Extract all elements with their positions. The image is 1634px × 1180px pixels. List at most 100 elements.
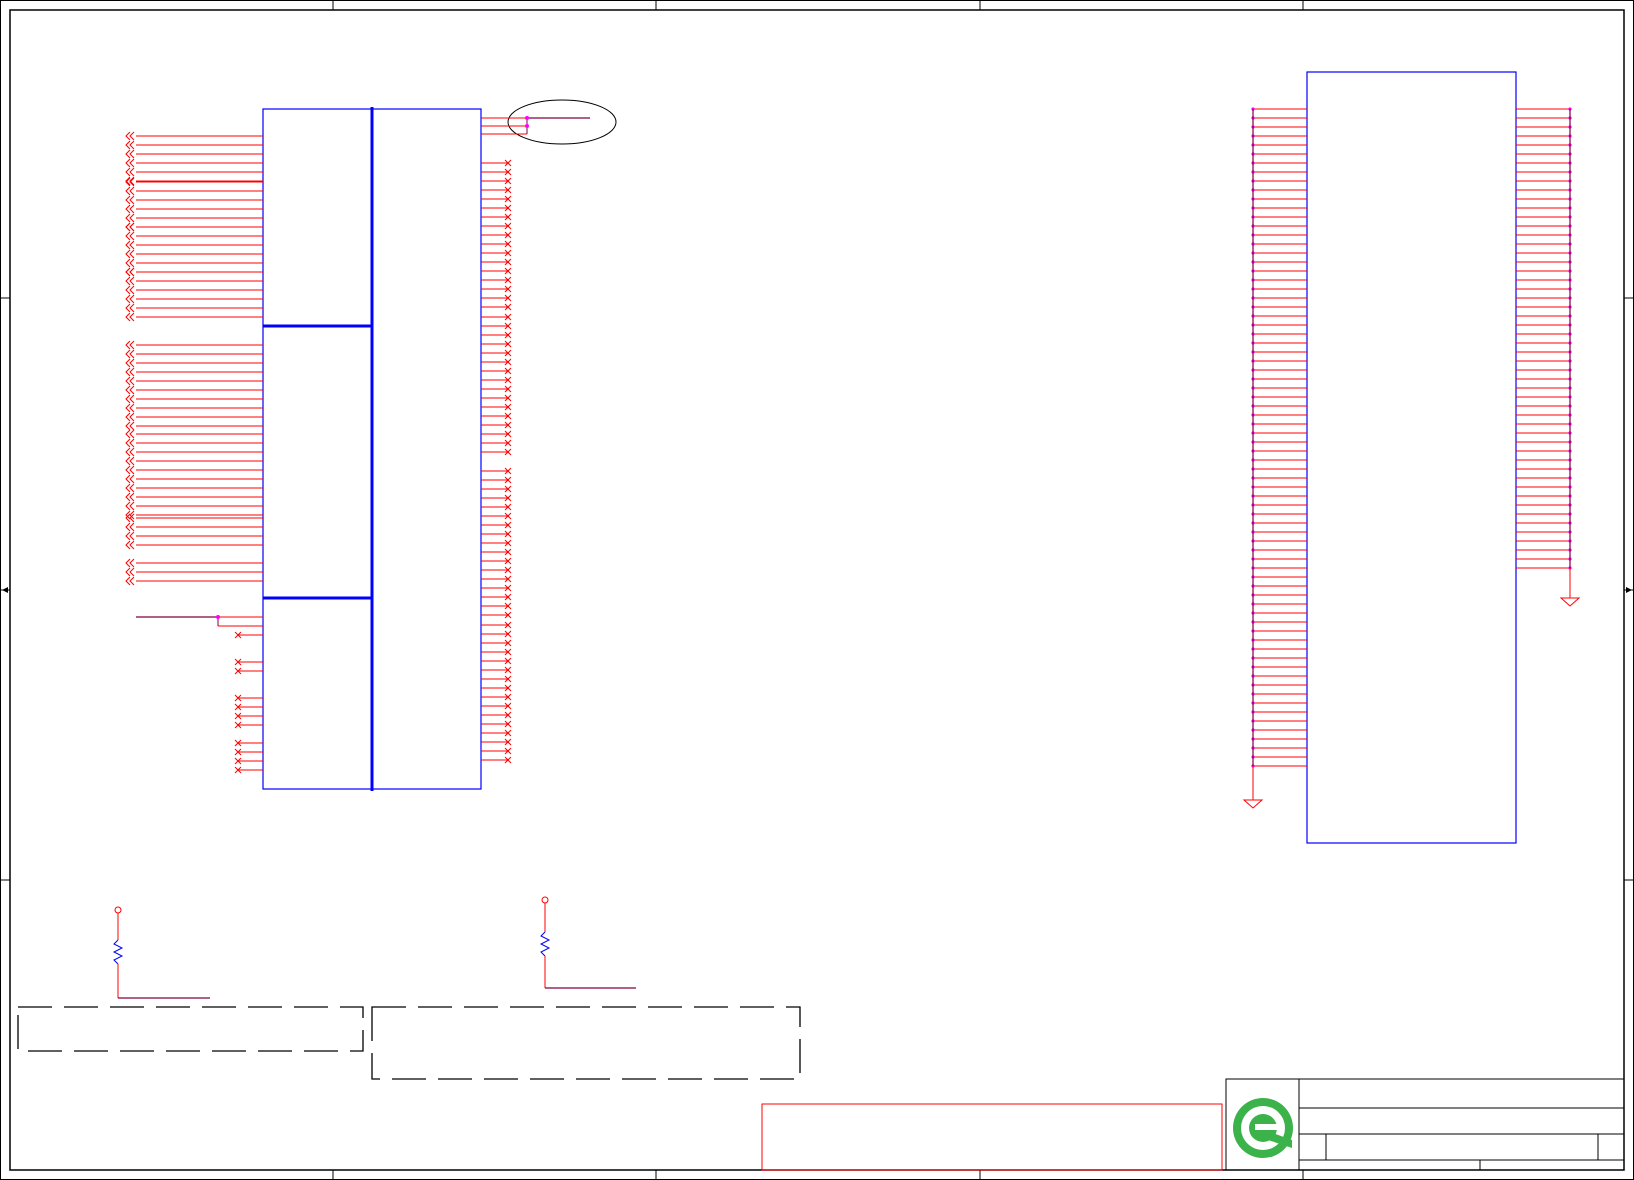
off-page-marker-icon xyxy=(129,231,135,241)
left-pin xyxy=(125,340,263,350)
off-page-marker-icon xyxy=(129,349,135,359)
off-page-marker-icon xyxy=(129,438,135,448)
off-page-marker-icon xyxy=(129,501,135,511)
left-pin xyxy=(125,421,263,431)
right-pin xyxy=(481,602,512,610)
left-pin xyxy=(125,376,263,386)
left-pin xyxy=(125,186,263,196)
left-pin xyxy=(125,276,263,286)
right-connector-symbol[interactable] xyxy=(1306,71,1517,844)
off-page-marker-icon xyxy=(129,540,135,550)
e-logo-icon xyxy=(1233,1098,1293,1158)
left-pin xyxy=(125,349,263,359)
sheet-border xyxy=(0,0,1634,1180)
resistor-icon xyxy=(112,939,124,965)
off-page-marker-icon xyxy=(129,429,135,439)
off-page-marker-icon xyxy=(129,358,135,368)
left-pin xyxy=(125,540,263,550)
nc-pin xyxy=(234,631,263,639)
resistor-icon xyxy=(539,931,551,957)
right-pin xyxy=(481,693,512,701)
off-page-marker-icon xyxy=(129,558,135,568)
off-page-marker-icon xyxy=(129,258,135,268)
left-pin xyxy=(125,249,263,259)
nc-pin xyxy=(234,712,263,720)
right-pin xyxy=(481,168,512,176)
off-page-marker-icon xyxy=(129,447,135,457)
left-pin xyxy=(125,558,263,568)
main-connector-symbol[interactable] xyxy=(262,107,482,791)
off-page-marker-icon xyxy=(129,294,135,304)
right-pin xyxy=(481,611,512,619)
off-page-marker-icon xyxy=(129,195,135,205)
title-block xyxy=(1225,1078,1625,1171)
junction-dot xyxy=(525,116,529,120)
right-pin xyxy=(481,412,512,420)
off-page-marker-icon xyxy=(129,312,135,322)
right-pin xyxy=(481,639,512,647)
right-connector-left-pins xyxy=(1242,107,1307,809)
right-pin xyxy=(481,403,512,411)
right-pin xyxy=(481,430,512,438)
left-pin xyxy=(125,140,263,150)
right-pin xyxy=(481,548,512,556)
right-pin xyxy=(481,331,512,339)
junction-dot xyxy=(216,615,220,619)
left-pin xyxy=(125,267,263,277)
right-pin xyxy=(481,666,512,674)
right-pin xyxy=(481,512,512,520)
right-pin xyxy=(481,159,512,167)
right-pin xyxy=(481,177,512,185)
right-pin xyxy=(481,421,512,429)
off-page-marker-icon xyxy=(129,456,135,466)
right-pin xyxy=(481,521,512,529)
nc-pin xyxy=(234,766,263,774)
right-pin xyxy=(481,539,512,547)
off-page-marker-icon xyxy=(129,140,135,150)
left-pin xyxy=(125,385,263,395)
off-page-marker-icon xyxy=(129,421,135,431)
off-page-marker-icon xyxy=(129,222,135,232)
left-pin xyxy=(125,438,263,448)
off-page-marker-icon xyxy=(129,303,135,313)
ground-icon xyxy=(1559,597,1581,607)
off-page-marker-icon xyxy=(129,367,135,377)
left-pin xyxy=(125,240,263,250)
right-pin xyxy=(481,566,512,574)
left-pin xyxy=(125,258,263,268)
right-pin xyxy=(481,394,512,402)
off-page-marker-icon xyxy=(129,149,135,159)
left-pin xyxy=(125,429,263,439)
junction-dot xyxy=(525,124,529,128)
right-pin xyxy=(481,756,512,764)
highlight-circle xyxy=(481,99,617,145)
right-pin xyxy=(481,675,512,683)
right-pin xyxy=(481,322,512,330)
nc-pin xyxy=(234,739,263,747)
right-pin xyxy=(481,258,512,266)
off-page-marker-icon xyxy=(129,285,135,295)
right-pin xyxy=(481,240,512,248)
main-connector-right-pins xyxy=(481,159,512,764)
left-pin xyxy=(125,213,263,223)
off-page-marker-icon xyxy=(129,167,135,177)
pullup-resistor-2[interactable] xyxy=(539,896,636,989)
right-pin xyxy=(481,648,512,656)
off-page-marker-icon xyxy=(129,474,135,484)
pullup-resistor-1[interactable] xyxy=(112,906,210,999)
off-page-marker-icon xyxy=(129,249,135,259)
left-pin xyxy=(125,294,263,304)
right-pin xyxy=(481,204,512,212)
left-pin xyxy=(125,483,263,493)
nc-pin xyxy=(234,748,263,756)
left-pin xyxy=(125,531,263,541)
left-pin xyxy=(125,394,263,404)
note-box-2 xyxy=(371,1006,801,1080)
left-pin xyxy=(125,149,263,159)
right-pin xyxy=(481,630,512,638)
off-page-marker-icon xyxy=(129,394,135,404)
off-page-marker-icon xyxy=(129,492,135,502)
left-pin xyxy=(125,222,263,232)
right-pin xyxy=(481,222,512,230)
right-pin xyxy=(481,448,512,456)
